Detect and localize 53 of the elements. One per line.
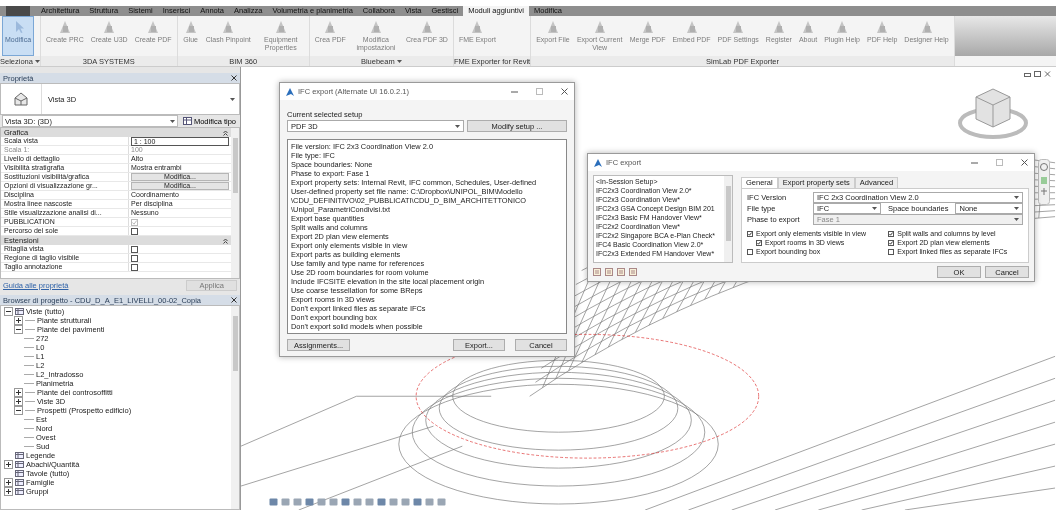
- collapse-icon[interactable]: [223, 129, 228, 136]
- checkbox[interactable]: [747, 230, 753, 237]
- caret-icon[interactable]: [169, 119, 175, 123]
- expander-icon[interactable]: [4, 460, 13, 469]
- caret-icon[interactable]: [396, 59, 402, 63]
- document-icon[interactable]: [617, 268, 625, 276]
- window-controls-icon[interactable]: [1024, 71, 1052, 77]
- close-icon[interactable]: [231, 297, 237, 303]
- checkbox[interactable]: [747, 248, 753, 255]
- expander-icon[interactable]: [14, 325, 23, 334]
- close-icon[interactable]: [1021, 159, 1028, 166]
- close-icon[interactable]: [231, 75, 237, 81]
- category-icon: [15, 470, 24, 477]
- logo-icon: [594, 158, 602, 167]
- scroll-bar[interactable]: [231, 128, 239, 278]
- document-icon[interactable]: [629, 268, 637, 276]
- expander-icon[interactable]: [14, 388, 23, 397]
- caret-icon[interactable]: [34, 59, 40, 63]
- scroll-bar[interactable]: [724, 176, 732, 262]
- document-icon[interactable]: [593, 268, 601, 276]
- caret-icon[interactable]: [872, 207, 877, 210]
- caret-icon[interactable]: [1014, 207, 1020, 210]
- checkbox[interactable]: [131, 254, 138, 262]
- category-icon: [15, 308, 24, 315]
- category-icon: [15, 488, 24, 495]
- category-icon: [15, 461, 24, 468]
- close-icon[interactable]: [561, 88, 568, 95]
- expander-icon[interactable]: [4, 478, 13, 487]
- checkbox[interactable]: [756, 239, 762, 246]
- view-control-bar[interactable]: [269, 497, 449, 507]
- logo-icon: [286, 87, 294, 96]
- caret-icon[interactable]: [1014, 196, 1020, 199]
- expander-icon[interactable]: [4, 307, 13, 316]
- checkbox[interactable]: [888, 230, 895, 237]
- expander-icon[interactable]: [4, 487, 13, 496]
- expander-icon[interactable]: [14, 316, 23, 325]
- house-icon: [13, 91, 29, 107]
- checkbox[interactable]: [888, 248, 895, 255]
- category-icon: [15, 479, 24, 486]
- collapse-icon[interactable]: [223, 237, 228, 244]
- caret-icon[interactable]: [455, 124, 460, 128]
- expander-icon[interactable]: [14, 406, 23, 415]
- expander-icon[interactable]: [14, 397, 23, 406]
- category-icon: [15, 452, 24, 459]
- document-icon[interactable]: [605, 268, 613, 276]
- navigation-bar[interactable]: [1038, 159, 1050, 205]
- checkbox[interactable]: [131, 227, 138, 235]
- scroll-bar[interactable]: [231, 306, 239, 509]
- grid-icon: [182, 117, 192, 125]
- checkbox[interactable]: [888, 239, 895, 246]
- checkbox[interactable]: [131, 245, 138, 253]
- checkbox[interactable]: [131, 263, 138, 271]
- caret-icon[interactable]: [230, 97, 235, 101]
